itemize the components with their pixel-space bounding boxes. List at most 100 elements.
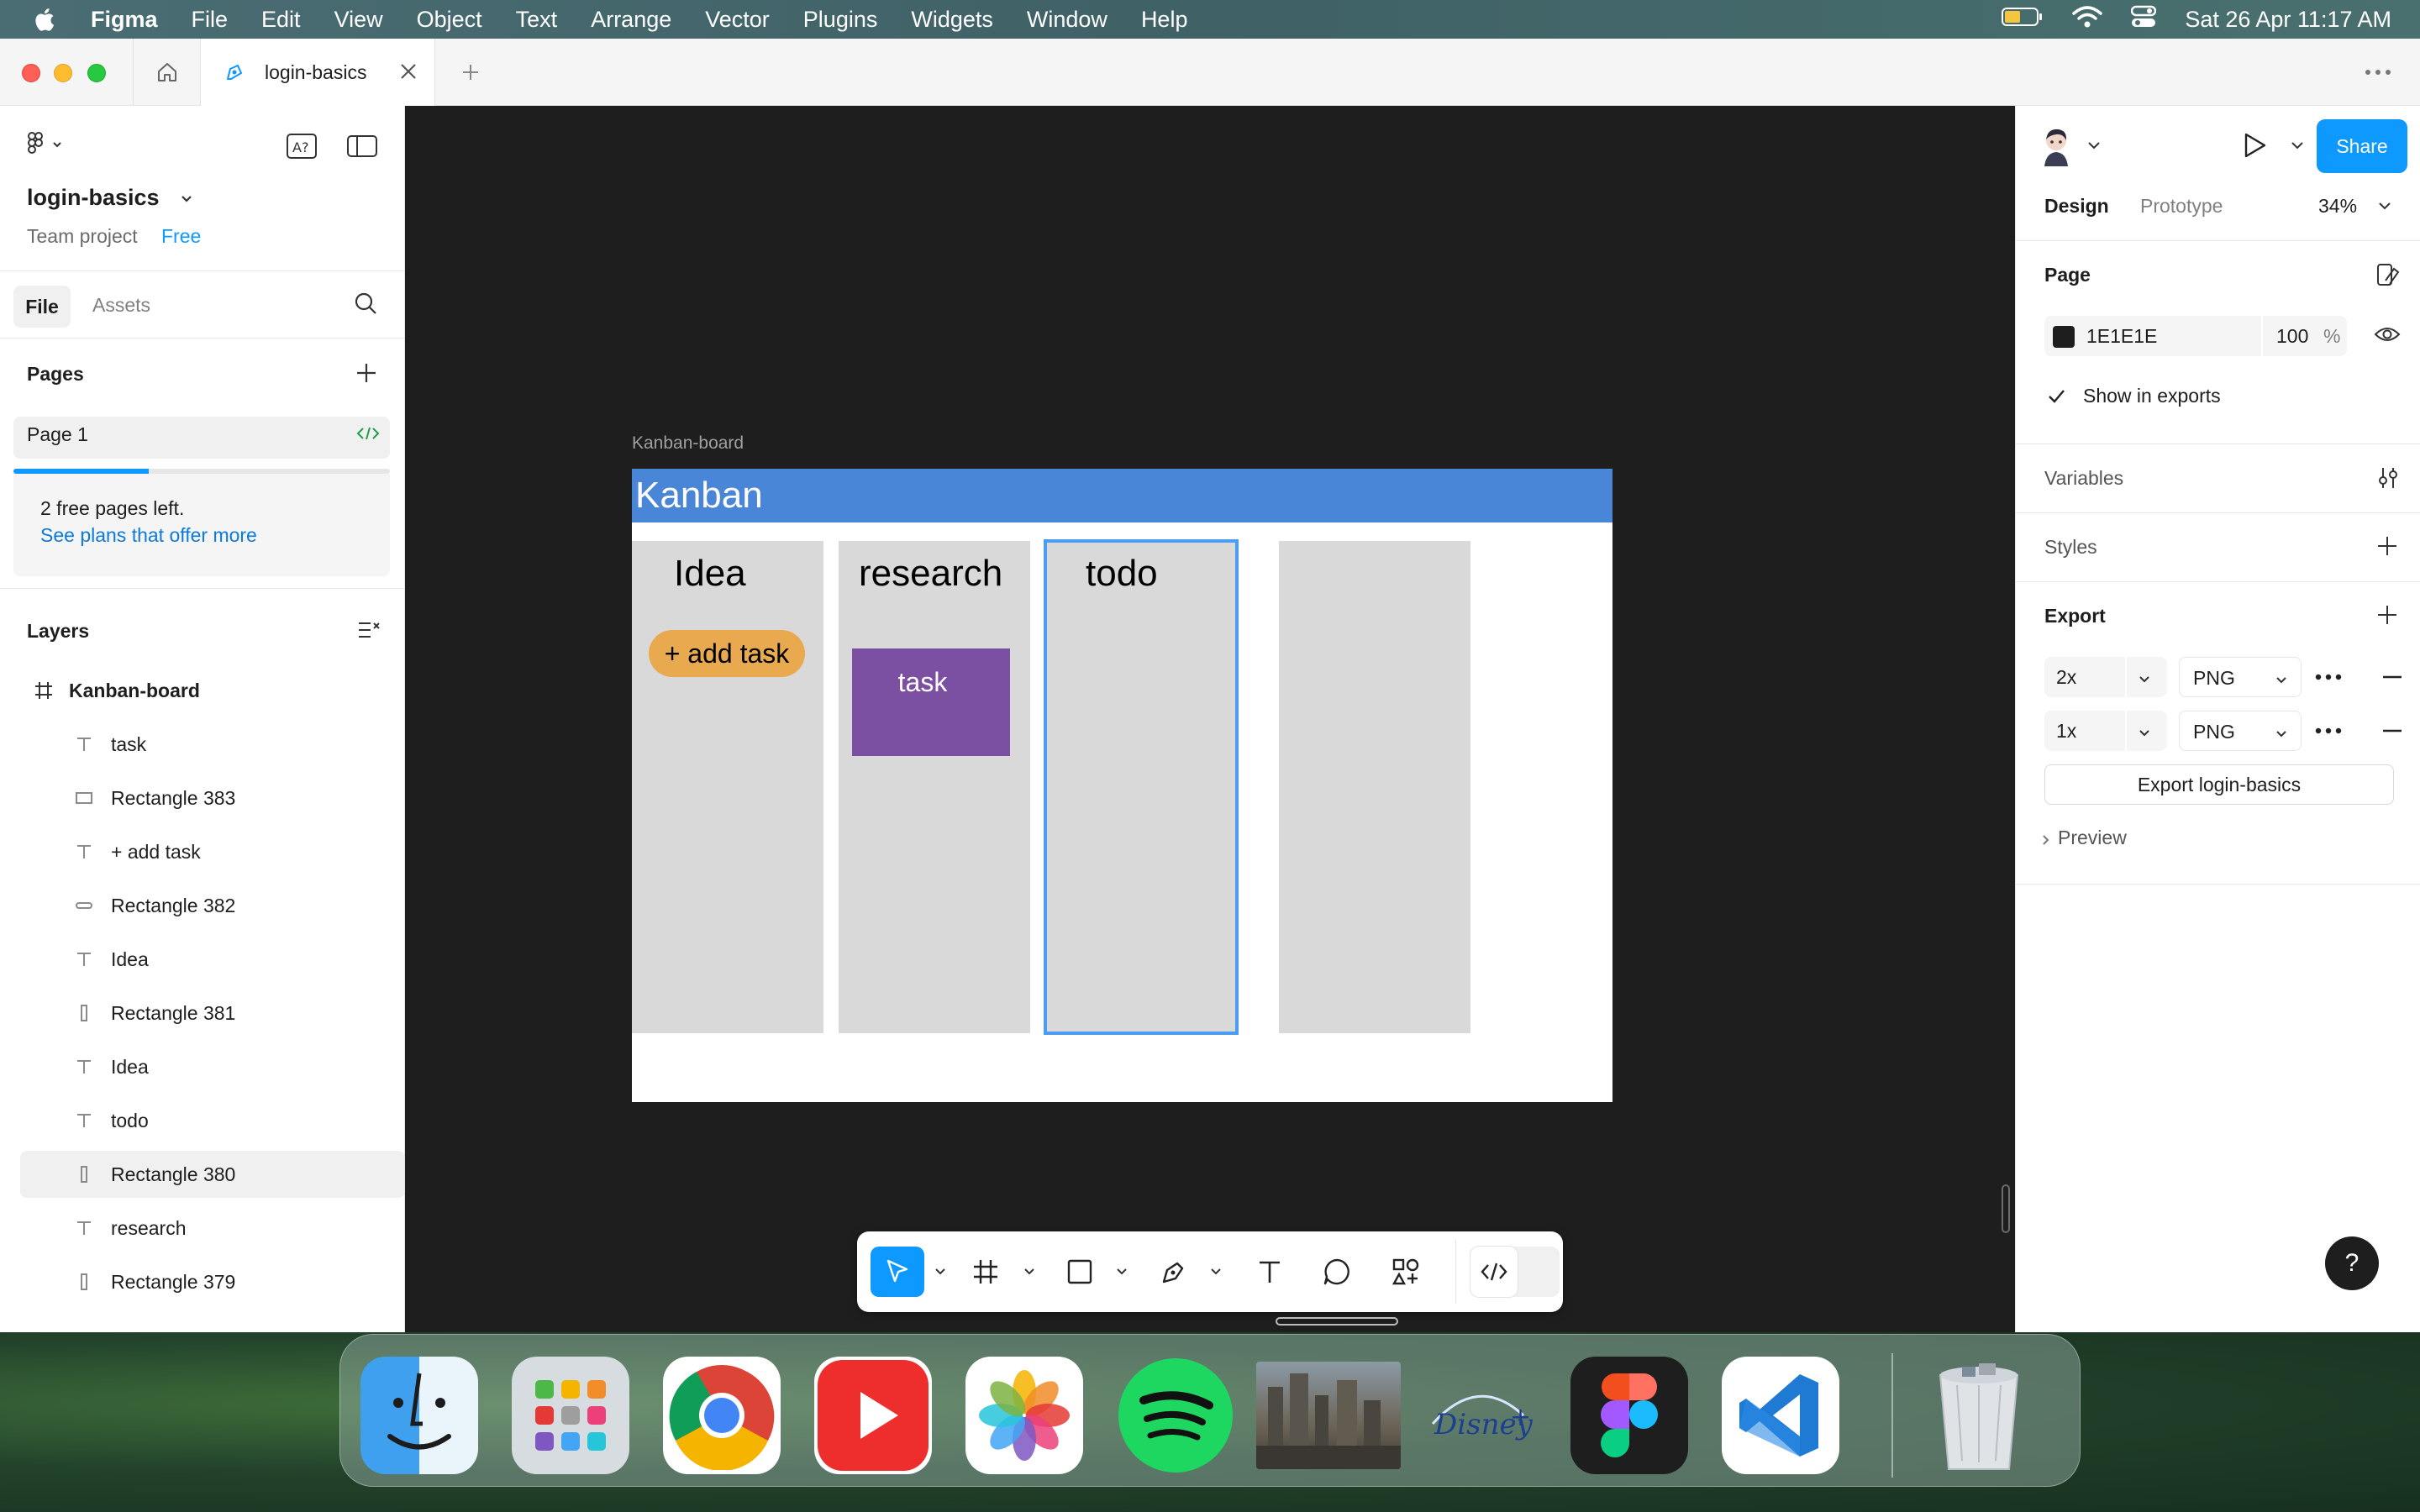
show-in-exports-checkbox[interactable]	[2044, 385, 2068, 408]
page-opacity-value[interactable]: 100	[2276, 325, 2308, 348]
remove-export-icon[interactable]	[2381, 665, 2404, 693]
layer-row-rectangle-383[interactable]: Rectangle 383	[20, 774, 404, 822]
layer-row-research[interactable]: research	[20, 1205, 404, 1252]
rectangle-tool-icon[interactable]	[1057, 1247, 1102, 1297]
file-name[interactable]: login-basics	[27, 185, 160, 211]
control-center-icon[interactable]	[2131, 5, 2157, 34]
text-style-icon[interactable]: A?	[286, 133, 318, 160]
layer-row-todo[interactable]: todo	[20, 1097, 404, 1144]
shape-tool-chevron-icon[interactable]	[1109, 1247, 1134, 1297]
menu-text[interactable]: Text	[516, 7, 558, 33]
move-tool-button[interactable]	[871, 1247, 924, 1297]
actions-tool-icon[interactable]	[1383, 1247, 1428, 1297]
menubar-clock[interactable]: Sat 26 Apr 11:17 AM	[2185, 7, 2391, 33]
kanban-title[interactable]: Kanban	[635, 469, 763, 522]
move-tool-chevron-icon[interactable]	[928, 1247, 953, 1297]
dock-spotify-icon[interactable]	[1117, 1357, 1234, 1474]
menu-window[interactable]: Window	[1027, 7, 1107, 33]
dev-mode-code-icon[interactable]	[1470, 1247, 1518, 1297]
export-options-icon[interactable]	[2313, 665, 2344, 693]
dock-figma-icon[interactable]	[1570, 1357, 1688, 1474]
search-icon[interactable]	[353, 291, 378, 320]
add-task-pill[interactable]: + add task	[649, 630, 805, 677]
dock-finder-icon[interactable]	[360, 1357, 478, 1474]
menu-view[interactable]: View	[334, 7, 383, 33]
see-plans-link[interactable]: See plans that offer more	[40, 524, 257, 547]
task-card[interactable]	[852, 648, 1010, 756]
frame-name-label[interactable]: Kanban-board	[632, 433, 744, 454]
battery-icon[interactable]	[2002, 7, 2044, 33]
plan-badge[interactable]: Free	[161, 225, 201, 248]
page-color-swatch[interactable]	[2053, 326, 2075, 348]
column-title-todo[interactable]: todo	[1086, 553, 1158, 595]
app-menu-figma[interactable]: Figma	[91, 7, 158, 33]
window-close-button[interactable]	[22, 64, 40, 82]
show-in-exports-label[interactable]: Show in exports	[2083, 385, 2221, 407]
tab-assets[interactable]: Assets	[92, 294, 150, 317]
frame-tool-chevron-icon[interactable]	[1017, 1247, 1042, 1297]
column-todo-selected[interactable]	[1044, 539, 1239, 1035]
column-title-idea[interactable]: Idea	[674, 553, 746, 595]
column-empty[interactable]	[1279, 541, 1470, 1033]
dock-trash-icon[interactable]	[1920, 1357, 2038, 1474]
styles-heading[interactable]: Styles	[2044, 536, 2097, 559]
home-icon[interactable]	[133, 39, 200, 106]
chevron-down-icon[interactable]	[2137, 722, 2152, 745]
canvas-scrollbar[interactable]	[2002, 1184, 2010, 1233]
layer-row-kanban-board[interactable]: Kanban-board	[20, 667, 404, 714]
layer-row-rectangle-381[interactable]: Rectangle 381	[20, 990, 404, 1037]
page-color-hex[interactable]: 1E1E1E	[2086, 325, 2157, 348]
layer-row-task[interactable]: task	[20, 721, 404, 768]
variables-heading[interactable]: Variables	[2044, 467, 2123, 490]
canvas-resize-handle[interactable]	[1276, 1317, 1398, 1326]
menu-help[interactable]: Help	[1141, 7, 1188, 33]
add-page-plus-icon[interactable]	[355, 361, 378, 389]
apple-menu-icon[interactable]	[32, 3, 60, 36]
kanban-header-bar[interactable]	[632, 469, 1612, 522]
chevron-down-icon[interactable]	[2086, 139, 2102, 155]
dock-disney-plus-icon[interactable]: Disney +	[1419, 1357, 1537, 1474]
menu-object[interactable]: Object	[417, 7, 482, 33]
menu-plugins[interactable]: Plugins	[803, 7, 878, 33]
variables-sliders-icon[interactable]	[2375, 465, 2401, 495]
export-button[interactable]: Export login-basics	[2044, 764, 2394, 805]
export-format-select[interactable]: PNG	[2179, 711, 2302, 751]
window-minimize-button[interactable]	[54, 64, 72, 82]
chevron-right-icon[interactable]	[2041, 833, 2051, 851]
layer-row-rectangle-379[interactable]: Rectangle 379	[20, 1258, 404, 1305]
text-tool-icon[interactable]	[1247, 1247, 1292, 1297]
visibility-eye-icon[interactable]	[2374, 324, 2401, 349]
layers-list-options-icon[interactable]	[356, 618, 381, 646]
menu-arrange[interactable]: Arrange	[591, 7, 671, 33]
avatar[interactable]	[2039, 126, 2073, 166]
new-tab-plus-icon[interactable]	[454, 55, 487, 89]
help-button[interactable]: ?	[2325, 1236, 2379, 1290]
document-tab[interactable]: login-basics	[200, 39, 435, 106]
tab-prototype[interactable]: Prototype	[2140, 195, 2223, 218]
chevron-down-icon[interactable]	[2137, 669, 2152, 691]
pen-tool-chevron-icon[interactable]	[1203, 1247, 1228, 1297]
dock-chrome-icon[interactable]	[663, 1357, 781, 1474]
zoom-level[interactable]: 34%	[2318, 195, 2357, 218]
menu-widgets[interactable]: Widgets	[911, 7, 993, 33]
toggle-sidebar-icon[interactable]	[346, 133, 378, 160]
kanban-board-frame[interactable]: Kanban Idea research todo + add task tas…	[632, 469, 1612, 1102]
frame-tool-icon[interactable]	[963, 1247, 1008, 1297]
layer-row-idea-2[interactable]: Idea	[20, 1043, 404, 1090]
more-options-icon[interactable]	[2361, 55, 2395, 89]
layer-row-idea[interactable]: Idea	[20, 936, 404, 983]
remove-export-icon[interactable]	[2381, 719, 2404, 747]
export-scale-select[interactable]: 1x	[2044, 711, 2167, 751]
close-tab-icon[interactable]	[397, 60, 419, 87]
layer-row-rectangle-380[interactable]: Rectangle 380	[20, 1151, 404, 1198]
dock-photos-icon[interactable]	[965, 1357, 1083, 1474]
export-format-select[interactable]: PNG	[2179, 657, 2302, 697]
dev-mode-toggle[interactable]	[1470, 1247, 1560, 1297]
add-export-plus-icon[interactable]	[2375, 603, 2399, 631]
dock-vscode-icon[interactable]	[1722, 1357, 1839, 1474]
pen-tool-icon[interactable]	[1151, 1247, 1197, 1297]
dock-launchpad-icon[interactable]	[512, 1357, 629, 1474]
dock-photo-thumbnail-icon[interactable]	[1256, 1362, 1401, 1469]
comment-tool-icon[interactable]	[1314, 1247, 1360, 1297]
team-project-label[interactable]: Team project	[27, 225, 138, 248]
